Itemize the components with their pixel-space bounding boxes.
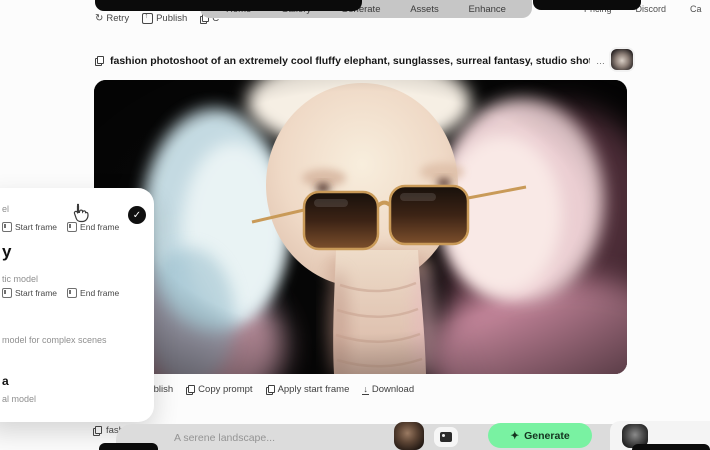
side-card-image-edge (632, 444, 710, 450)
previous-card-image-edge-right (533, 0, 641, 10)
download-icon: ↓ (362, 385, 369, 395)
copy-icon (186, 385, 195, 395)
generate-label: Generate (524, 430, 570, 442)
next-card-image-edge (99, 443, 158, 450)
app-screen: Home Gallery Generate Assets Enhance Pri… (0, 0, 710, 450)
model-option-2-frames: Start frame End frame (2, 288, 119, 298)
prompt-row: fashion photoshoot of an extremely cool … (95, 50, 635, 72)
apply-start-frame-button[interactable]: Apply start frame (266, 384, 350, 395)
detail-card-actions: Publish Copy prompt Apply start frame ↓ … (128, 384, 414, 395)
copy-prompt-icon[interactable] (95, 56, 104, 66)
copy-prompt-label: Copy prompt (198, 384, 252, 395)
model-option-4-title[interactable]: a (2, 374, 9, 388)
add-image-button[interactable] (434, 427, 458, 447)
retry-button[interactable]: ↻ Retry (95, 13, 129, 24)
start-frame-label: Start frame (15, 288, 57, 298)
more-indicator[interactable]: … (596, 56, 605, 66)
copy-prompt-button[interactable]: Copy prompt (186, 384, 252, 395)
model-selection-menu: el Start frame End frame ✓ y tic model S… (0, 188, 154, 422)
selected-check-badge[interactable]: ✓ (128, 206, 146, 224)
apply-frame-icon (266, 385, 275, 395)
publish-button[interactable]: Publish (142, 13, 187, 24)
apply-start-frame-label: Apply start frame (278, 384, 350, 395)
model-option-4-subtitle: al model (2, 394, 36, 404)
previous-card-image-edge (95, 0, 362, 11)
fluffy-elephant-image (94, 80, 627, 374)
copy-icon[interactable] (93, 426, 102, 436)
link-cut-off[interactable]: Ca (690, 4, 702, 14)
end-frame-button[interactable]: End frame (67, 288, 119, 298)
end-frame-label: End frame (80, 288, 119, 298)
tab-assets[interactable]: Assets (410, 4, 439, 15)
prompt-input[interactable] (172, 429, 386, 447)
retry-label: Retry (106, 13, 129, 24)
model-option-2-subtitle: tic model (2, 274, 38, 284)
image-icon (440, 432, 452, 442)
reference-image-thumbnail[interactable] (394, 422, 424, 450)
model-option-3-subtitle: model for complex scenes (2, 335, 107, 345)
download-button[interactable]: ↓ Download (362, 384, 414, 395)
generate-button[interactable]: ✦ Generate (488, 423, 592, 448)
model-option-2-title[interactable]: y (2, 242, 11, 262)
history-card-actions: ↻ Retry Publish C (95, 13, 219, 24)
cursor-pointer (68, 202, 92, 228)
frame-icon (2, 222, 12, 232)
sparkle-icon: ✦ (510, 430, 519, 442)
result-thumbnail-avatar[interactable] (611, 49, 633, 70)
start-frame-label: Start frame (15, 222, 57, 232)
publish-icon (142, 13, 153, 24)
model-option-1-frames: Start frame End frame (2, 222, 119, 232)
generated-image-preview[interactable] (94, 80, 627, 374)
publish-label: Publish (156, 13, 187, 24)
download-label: Download (372, 384, 414, 395)
prompt-text: fashion photoshoot of an extremely cool … (110, 55, 590, 67)
tab-enhance[interactable]: Enhance (468, 4, 506, 15)
frame-icon (2, 288, 12, 298)
model-option-1-subtitle: el (2, 204, 9, 214)
frame-icon (67, 288, 77, 298)
start-frame-button[interactable]: Start frame (2, 288, 57, 298)
retry-icon: ↻ (95, 14, 103, 24)
start-frame-button[interactable]: Start frame (2, 222, 57, 232)
